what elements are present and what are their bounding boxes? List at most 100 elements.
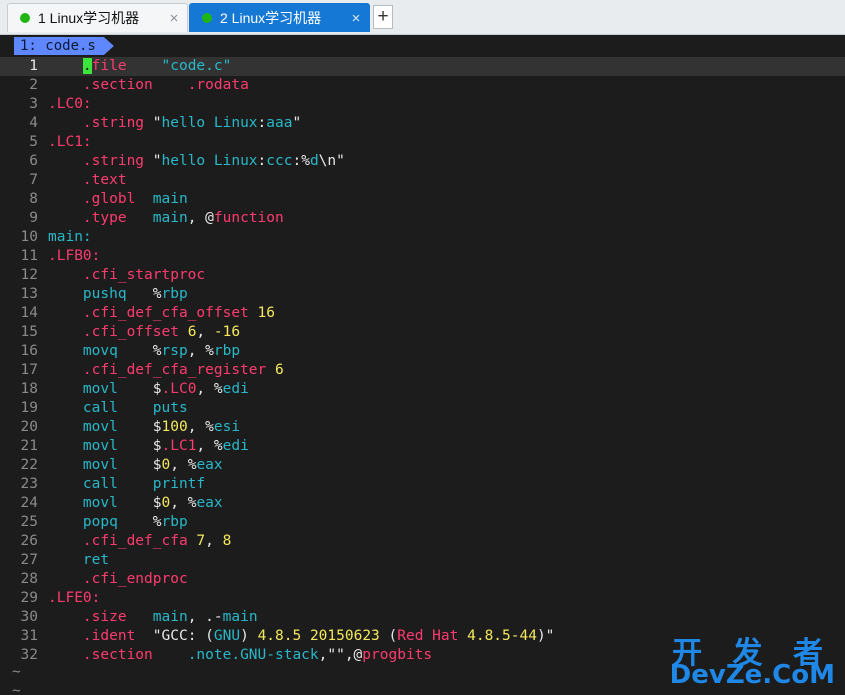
line-text: main: xyxy=(48,229,92,245)
code-line: 30 .size main, .-main xyxy=(0,608,845,627)
code-line: 13 pushq %rbp xyxy=(0,285,845,304)
line-text: .globl main xyxy=(82,191,188,207)
line-number: 28 xyxy=(20,571,38,587)
line-number: 18 xyxy=(20,381,38,397)
editor-lines[interactable]: 1 .file "code.c" 2 .section .rodata 3 .LC… xyxy=(0,57,845,665)
new-tab-button[interactable]: + xyxy=(373,5,393,29)
line-text: .LC1: xyxy=(48,134,92,150)
line-number: 21 xyxy=(20,438,38,454)
line-text: .cfi_endproc xyxy=(82,571,188,587)
line-text: .LFB0: xyxy=(48,248,101,264)
line-text: call puts xyxy=(82,400,188,416)
line-text: .cfi_def_cfa 7, 8 xyxy=(82,533,232,549)
text-cursor: . xyxy=(82,58,92,74)
buffer-tab[interactable]: 1: code.s xyxy=(14,37,114,55)
connected-status-icon xyxy=(202,13,212,23)
line-text: .type main, @function xyxy=(82,210,284,226)
line-number: 2 xyxy=(29,77,38,93)
code-line: 4 .string "hello Linux:aaa" xyxy=(0,114,845,133)
line-text: call printf xyxy=(82,476,206,492)
code-line: 6 .string "hello Linux:ccc:%d\n" xyxy=(0,152,845,171)
code-line: 12 .cfi_startproc xyxy=(0,266,845,285)
line-number: 4 xyxy=(29,115,38,131)
code-line: 11 .LFB0: xyxy=(0,247,845,266)
close-icon[interactable]: × xyxy=(167,10,181,27)
vim-buffer-tabline: 1: code.s xyxy=(0,35,845,55)
line-number: 5 xyxy=(29,134,38,150)
code-line: 1 .file "code.c" xyxy=(0,57,845,76)
line-text: movl $0, %eax xyxy=(82,495,223,511)
line-number: 13 xyxy=(20,286,38,302)
line-text: .text xyxy=(82,172,127,188)
session-tab-2[interactable]: 2 Linux学习机器 × xyxy=(189,3,370,32)
line-number: 32 xyxy=(20,647,38,663)
code-line: 15 .cfi_offset 6, -16 xyxy=(0,323,845,342)
code-line: 18 movl $.LC0, %edi xyxy=(0,380,845,399)
session-tab-1[interactable]: 1 Linux学习机器 × xyxy=(7,3,188,32)
close-icon[interactable]: × xyxy=(349,10,363,27)
code-line: 8 .globl main xyxy=(0,190,845,209)
line-number: 22 xyxy=(20,457,38,473)
line-text: .section .note.GNU-stack,"",@progbits xyxy=(82,647,433,663)
line-number: 12 xyxy=(20,267,38,283)
line-number: 26 xyxy=(20,533,38,549)
line-number: 15 xyxy=(20,324,38,340)
line-number: 27 xyxy=(20,552,38,568)
line-number: 23 xyxy=(20,476,38,492)
line-text: popq %rbp xyxy=(82,514,188,530)
code-line: 7 .text xyxy=(0,171,845,190)
code-line: 23 call printf xyxy=(0,475,845,494)
line-number: 31 xyxy=(20,628,38,644)
line-number: 9 xyxy=(29,210,38,226)
code-line: 25 popq %rbp xyxy=(0,513,845,532)
line-text: pushq %rbp xyxy=(82,286,188,302)
terminal-pane[interactable]: 1: code.s 1 .file "code.c" 2 .section .r… xyxy=(0,35,845,695)
line-number: 3 xyxy=(29,96,38,112)
line-text: .cfi_offset 6, -16 xyxy=(82,324,241,340)
line-number: 16 xyxy=(20,343,38,359)
line-number: 19 xyxy=(20,400,38,416)
code-line: 20 movl $100, %esi xyxy=(0,418,845,437)
line-number: 25 xyxy=(20,514,38,530)
line-number: 29 xyxy=(20,590,38,606)
line-text: movl $.LC1, %edi xyxy=(82,438,249,454)
line-text: movq %rsp, %rbp xyxy=(82,343,241,359)
line-number: 20 xyxy=(20,419,38,435)
code-line: 26 .cfi_def_cfa 7, 8 xyxy=(0,532,845,551)
line-number: 8 xyxy=(29,191,38,207)
session-tab-label: 2 Linux学习机器 xyxy=(220,10,322,26)
code-line: 17 .cfi_def_cfa_register 6 xyxy=(0,361,845,380)
line-text: .section .rodata xyxy=(82,77,249,93)
line-text: .size main, .-main xyxy=(82,609,258,625)
code-line: 16 movq %rsp, %rbp xyxy=(0,342,845,361)
line-text: .cfi_def_cfa_register 6 xyxy=(82,362,284,378)
code-line: 9 .type main, @function xyxy=(0,209,845,228)
line-text: .cfi_startproc xyxy=(82,267,206,283)
code-line: 5 .LC1: xyxy=(0,133,845,152)
line-number: 14 xyxy=(20,305,38,321)
line-text: .LC0: xyxy=(48,96,92,112)
line-text: movl $100, %esi xyxy=(82,419,241,435)
code-line: 21 movl $.LC1, %edi xyxy=(0,437,845,456)
line-text: .file "code.c" xyxy=(82,58,232,74)
empty-line-marker: ~ xyxy=(12,664,21,680)
line-number: 7 xyxy=(29,172,38,188)
code-line: 14 .cfi_def_cfa_offset 16 xyxy=(0,304,845,323)
session-tab-label: 1 Linux学习机器 xyxy=(38,10,140,26)
line-number: 1 xyxy=(29,58,38,74)
line-number: 11 xyxy=(20,248,38,264)
line-text: .cfi_def_cfa_offset 16 xyxy=(82,305,275,321)
line-number: 6 xyxy=(29,153,38,169)
code-line: 22 movl $0, %eax xyxy=(0,456,845,475)
code-line: 10 main: xyxy=(0,228,845,247)
line-text: ret xyxy=(82,552,110,568)
code-line: 19 call puts xyxy=(0,399,845,418)
code-line: 3 .LC0: xyxy=(0,95,845,114)
connected-status-icon xyxy=(20,13,30,23)
line-text: .ident "GCC: (GNU) 4.8.5 20150623 (Red H… xyxy=(82,628,555,644)
code-line: 24 movl $0, %eax xyxy=(0,494,845,513)
session-tab-bar: 1 Linux学习机器 × 2 Linux学习机器 × + xyxy=(0,0,845,35)
code-line: 29 .LFE0: xyxy=(0,589,845,608)
line-text: .string "hello Linux:ccc:%d\n" xyxy=(82,153,345,169)
line-text: .LFE0: xyxy=(48,590,101,606)
